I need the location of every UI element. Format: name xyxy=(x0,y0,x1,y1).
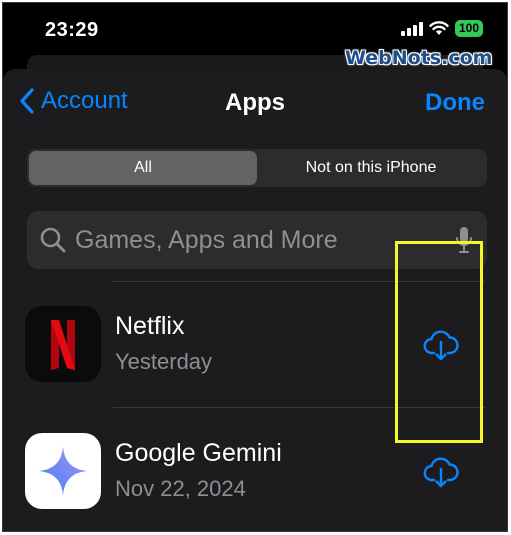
phone-screen: 23:29 100 WebNots.com Apps Account Done … xyxy=(2,2,508,532)
segmented-control: All Not on this iPhone xyxy=(27,149,487,187)
list-divider xyxy=(113,531,485,532)
app-name: Netflix xyxy=(115,312,185,340)
cloud-download-icon[interactable] xyxy=(423,455,459,489)
highlight-box xyxy=(395,241,483,443)
app-date: Nov 22, 2024 xyxy=(115,476,246,501)
status-time: 23:29 xyxy=(45,19,99,41)
app-date: Yesterday xyxy=(115,349,213,374)
chevron-left-icon xyxy=(20,88,34,114)
back-button-label: Account xyxy=(41,87,128,114)
segment-not-on-this-iphone[interactable]: Not on this iPhone xyxy=(257,151,485,185)
wifi-icon xyxy=(429,21,449,35)
netflix-logo-icon xyxy=(25,306,101,382)
gemini-star-icon xyxy=(25,433,101,509)
cellular-signal-icon xyxy=(400,21,423,36)
done-button[interactable]: Done xyxy=(425,89,485,117)
status-icons: 100 xyxy=(400,20,483,37)
watermark: WebNots.com xyxy=(345,47,493,69)
battery-indicator: 100 xyxy=(454,20,483,37)
search-icon xyxy=(40,227,66,253)
back-button[interactable]: Account xyxy=(19,87,128,115)
segment-all[interactable]: All xyxy=(29,151,257,185)
app-name: Google Gemini xyxy=(115,439,282,467)
